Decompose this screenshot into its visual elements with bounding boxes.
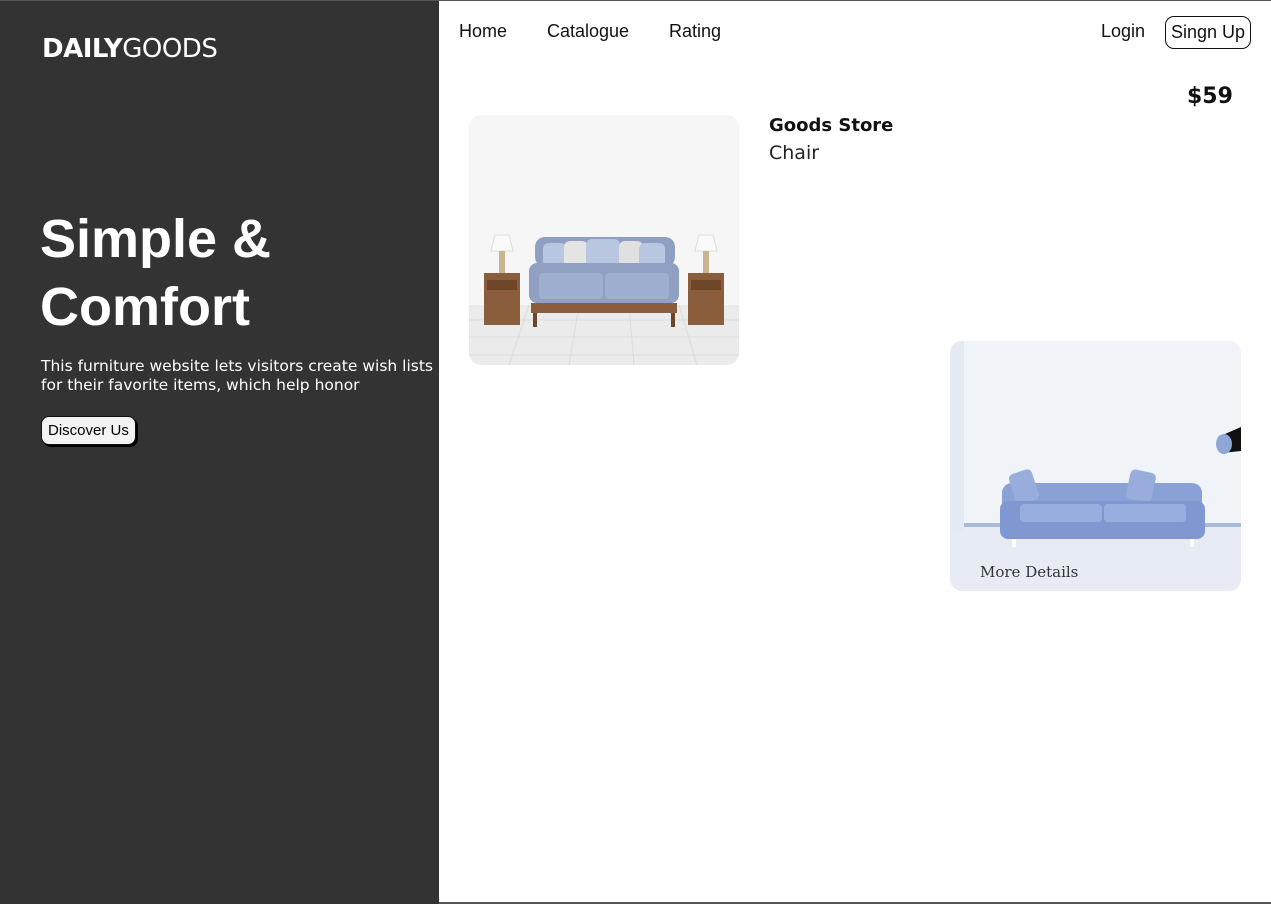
main-content: Home Catalogue Rating Login Singn Up $59 (439, 0, 1271, 904)
discover-us-button[interactable]: Discover Us (41, 416, 136, 445)
hero-description: This furniture website lets visitors cre… (41, 357, 433, 394)
more-details-link[interactable]: More Details (980, 563, 1078, 581)
product-price: $59 (1187, 84, 1233, 109)
hero-title-line1: Simple & (40, 209, 272, 269)
sofa-image-1[interactable] (469, 115, 739, 365)
nav-rating[interactable]: Rating (669, 21, 721, 42)
store-name: Goods Store (769, 115, 894, 136)
hero-sidebar: DAILYGOODS Simple & Comfort This furnitu… (0, 0, 439, 904)
brand-logo[interactable]: DAILYGOODS (42, 34, 218, 64)
hero-title-line2: Comfort (40, 277, 250, 337)
nav-catalogue[interactable]: Catalogue (547, 21, 629, 42)
nav-home[interactable]: Home (459, 21, 507, 42)
hero-title: Simple & Comfort (40, 205, 271, 341)
sofa-image-2[interactable]: More Details (950, 341, 1241, 591)
nav-login[interactable]: Login (1101, 21, 1145, 42)
signup-button[interactable]: Singn Up (1165, 16, 1252, 49)
product-name: Chair (769, 142, 820, 164)
